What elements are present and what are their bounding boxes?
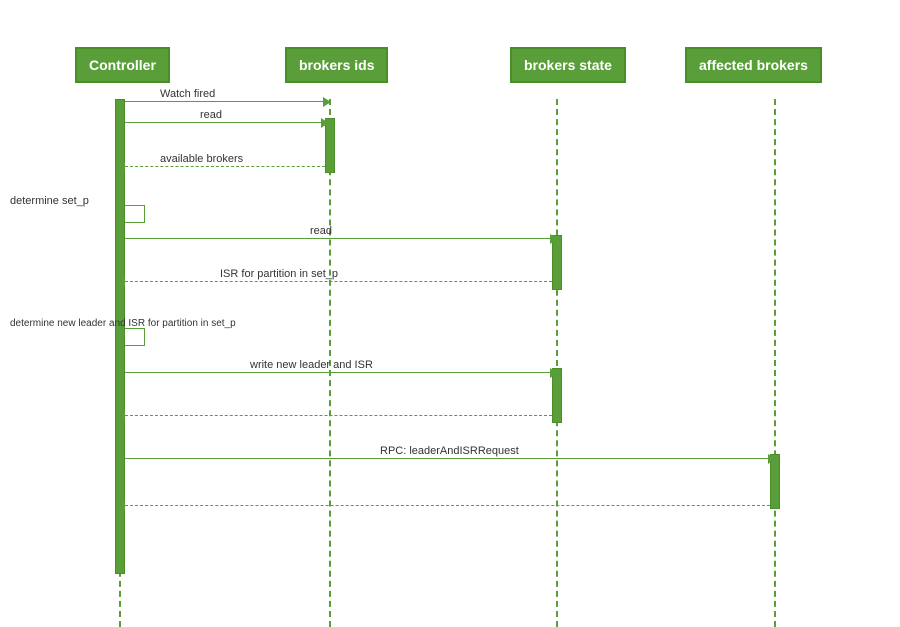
- arrow-watch-fired: [125, 101, 325, 102]
- arrowhead-write: [550, 368, 558, 378]
- lifeline-affected-brokers: [774, 99, 776, 627]
- arrow-isr: [125, 281, 552, 282]
- actor-brokers-state-label: brokers state: [524, 57, 612, 73]
- arrowhead-return-affected: [117, 501, 125, 511]
- lifeline-brokers-state: [556, 99, 558, 627]
- arrowhead-available-brokers: [117, 162, 125, 172]
- arrowhead-isr: [117, 277, 125, 287]
- actor-affected-brokers-label: affected brokers: [699, 57, 808, 73]
- arrow-read-2: [125, 238, 552, 239]
- arrowhead-watch-fired: [323, 97, 331, 107]
- label-read-1: read: [200, 109, 222, 121]
- actor-brokers-ids: brokers ids: [285, 47, 388, 83]
- label-available-brokers: available brokers: [160, 153, 243, 165]
- actor-controller-label: Controller: [89, 57, 156, 73]
- label-watch-fired: Watch fired: [160, 88, 215, 100]
- label-isr: ISR for partition in set_p: [220, 268, 338, 280]
- self-loop-set-p: [125, 205, 145, 223]
- actor-affected-brokers: affected brokers: [685, 47, 822, 83]
- arrow-return-state: [125, 415, 552, 416]
- arrow-read-1: [125, 122, 323, 123]
- arrowhead-return-state: [117, 411, 125, 421]
- self-loop-leader: [125, 328, 145, 346]
- actor-brokers-ids-label: brokers ids: [299, 57, 374, 73]
- arrowhead-rpc: [768, 454, 776, 464]
- arrowhead-read-2: [550, 234, 558, 244]
- actor-controller: Controller: [75, 47, 170, 83]
- arrow-available-brokers: [125, 166, 325, 167]
- self-note-determine-set-p: determine set_p: [10, 195, 89, 207]
- label-write: write new leader and ISR: [250, 359, 373, 371]
- arrow-write: [125, 372, 552, 373]
- arrow-return-affected: [125, 505, 770, 506]
- arrowhead-read-1: [321, 118, 329, 128]
- sequence-diagram: Controller brokers ids brokers state aff…: [0, 0, 900, 627]
- arrow-rpc: [125, 458, 770, 459]
- label-read-2: read: [310, 225, 332, 237]
- actor-brokers-state: brokers state: [510, 47, 626, 83]
- label-rpc: RPC: leaderAndISRRequest: [380, 445, 519, 457]
- self-note-determine-leader: determine new leader and ISR for partiti…: [10, 318, 236, 329]
